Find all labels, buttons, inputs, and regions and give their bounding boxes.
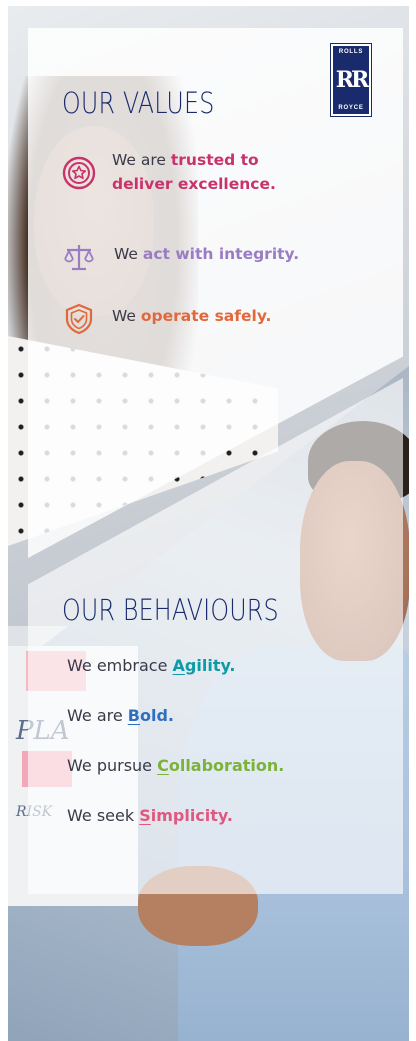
behaviour-initial: C [157, 756, 169, 775]
logo-bottom-text: ROYCE [338, 105, 364, 111]
value-highlight: operate safely. [140, 307, 272, 325]
value-highlight: act with integrity. [142, 245, 300, 263]
behaviour-initial: A [172, 656, 185, 675]
behaviour-bold: We are Bold. [67, 706, 174, 725]
behaviour-prefix: We embrace [67, 656, 173, 675]
value-prefix: We [114, 245, 143, 263]
rolls-royce-logo: ROLLS RR ROYCE [330, 43, 372, 117]
value-text: We operate safely. [112, 304, 271, 328]
behaviour-prefix: We seek [67, 806, 140, 825]
star-badge-icon [62, 156, 96, 190]
value-item-trusted: We are trusted to deliver excellence. [62, 148, 312, 196]
behaviour-prefix: We are [67, 706, 128, 725]
behaviour-agility: We embrace Agility. [67, 656, 236, 675]
behaviour-highlight: old. [139, 706, 174, 725]
value-prefix: We are [112, 151, 171, 169]
value-prefix: We [112, 307, 141, 325]
behaviour-prefix: We pursue [67, 756, 158, 775]
value-text: We act with integrity. [114, 242, 299, 266]
behaviour-highlight: implicity. [150, 806, 233, 825]
behaviour-initial: B [127, 706, 140, 725]
logo-top-text: ROLLS [338, 49, 364, 55]
shield-check-icon [65, 303, 93, 335]
scales-icon [64, 245, 94, 271]
value-item-safely: We operate safely. [62, 302, 271, 336]
behaviour-highlight: gility. [184, 656, 236, 675]
behaviour-simplicity: We seek Simplicity. [67, 806, 233, 825]
value-text: We are trusted to deliver excellence. [112, 148, 312, 196]
values-heading: OUR VALUES [62, 86, 215, 120]
behaviour-collaboration: We pursue Collaboration. [67, 756, 284, 775]
behaviours-heading: OUR BEHAVIOURS [62, 593, 279, 627]
logo-monogram: RR [335, 67, 370, 93]
behaviour-highlight: ollaboration. [168, 756, 285, 775]
value-item-integrity: We act with integrity. [62, 240, 299, 274]
behaviour-initial: S [139, 806, 151, 825]
